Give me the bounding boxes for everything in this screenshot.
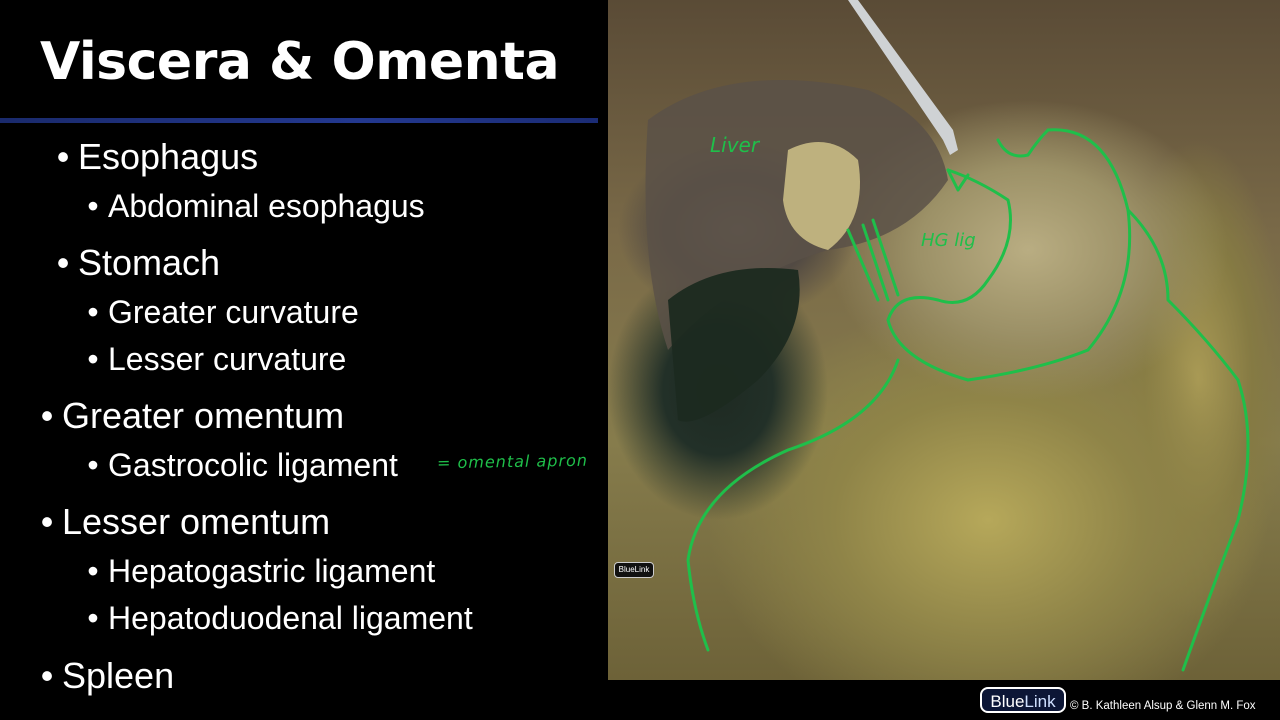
bullet-dot: • [40,501,54,542]
bullet-label: Esophagus [78,136,259,177]
bullet-label: Gastrocolic ligament [108,447,398,483]
bullet-label: Greater omentum [62,395,345,436]
bullet-dot: • [87,447,99,483]
bullet-label: Abdominal esophagus [108,188,425,224]
bullet-label: Lesser curvature [108,341,347,377]
bluelink-logo: BlueLink [980,687,1066,713]
bullet-spleen: • Spleen [40,655,174,697]
bullet-label: Hepatogastric ligament [108,553,436,589]
bullet-label: Spleen [62,655,175,696]
bluelink-logo-link: Link [1024,692,1056,711]
bullet-dot: • [56,242,70,283]
bullet-dot: • [87,341,99,377]
bullet-dot: • [87,294,99,330]
bullet-greater-curvature: • Greater curvature [86,294,359,331]
copyright-text: © B. Kathleen Alsup & Glenn M. Fox [1070,700,1256,712]
greater-omentum-outline-right [1126,208,1250,672]
bullet-label: Stomach [78,242,221,283]
bullet-hepatoduodenal-ligament: • Hepatoduodenal ligament [86,600,473,637]
handwritten-note: = omental apron [436,450,589,473]
photo-annotations: Liver HG lig [645,0,1250,672]
bullet-dot: • [40,655,54,696]
bullet-label: Greater curvature [108,294,359,330]
bullet-abdominal-esophagus: • Abdominal esophagus [86,188,425,225]
bullet-label: Lesser omentum [62,501,331,542]
bullet-esophagus: • Esophagus [56,136,258,178]
annotation-hg: HG lig [921,230,976,251]
bullet-dot: • [56,136,70,177]
bullet-dot: • [40,395,54,436]
bullet-gastrocolic-ligament: • Gastrocolic ligament [86,447,398,484]
bullet-lesser-curvature: • Lesser curvature [86,341,346,378]
bullet-dot: • [87,553,99,589]
bullet-lesser-omentum: • Lesser omentum [40,501,330,543]
dissection-photo: Liver HG lig [608,0,1280,680]
bullet-list: • Esophagus • Abdominal esophagus • Stomach… [0,0,620,720]
bullet-dot: • [87,188,99,224]
bluelink-logo-blue: Blue [990,692,1025,711]
spleen-region-shape [668,268,800,422]
bluelink-small-logo: BlueLink [614,562,654,578]
annotation-liver: Liver [710,133,761,157]
bullet-stomach: • Stomach [56,242,220,284]
bullet-dot: • [87,600,99,636]
bullet-label: Hepatoduodenal ligament [108,600,473,636]
bullet-greater-omentum: • Greater omentum [40,395,344,437]
esophagus-mark [996,128,1050,158]
bullet-hepatogastric-ligament: • Hepatogastric ligament [86,553,435,590]
